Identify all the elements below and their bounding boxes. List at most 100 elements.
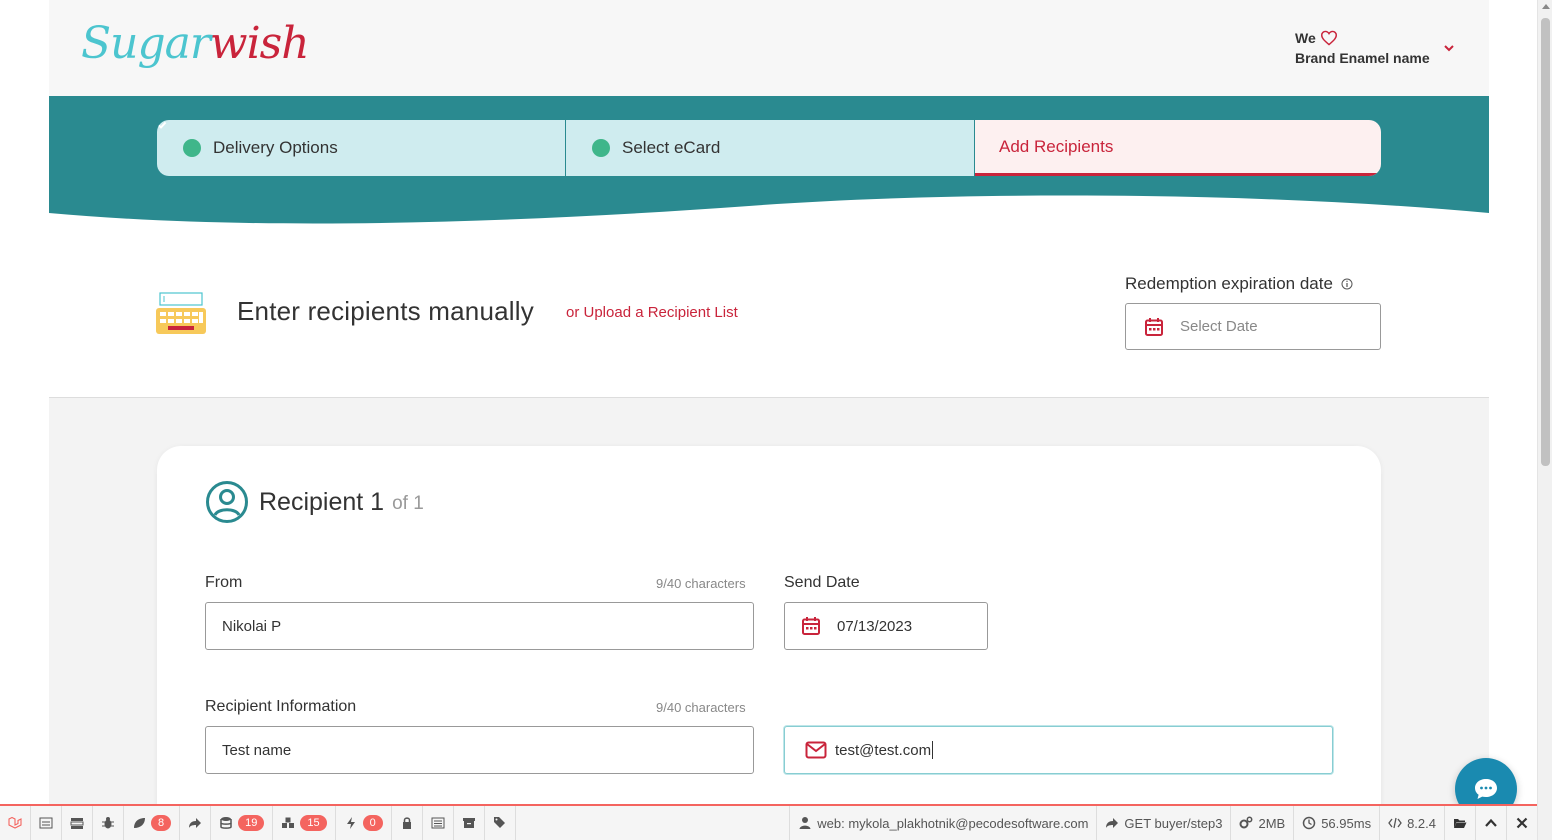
recipient-title: Recipient 1 bbox=[259, 487, 385, 516]
models-count-badge: 15 bbox=[300, 815, 327, 831]
upload-recipient-list-link[interactable]: or Upload a Recipient List bbox=[566, 304, 738, 321]
check-icon bbox=[157, 121, 610, 157]
from-char-count: 9/40 characters bbox=[656, 576, 746, 591]
close-icon bbox=[1516, 817, 1528, 829]
sugarwish-logo[interactable]: Sugarwish bbox=[81, 18, 310, 69]
session-tab[interactable] bbox=[423, 806, 454, 840]
expiration-label-row: Redemption expiration date bbox=[1125, 274, 1353, 294]
models-tab[interactable]: 15 bbox=[273, 806, 336, 840]
close-debugbar-button[interactable] bbox=[1506, 806, 1537, 840]
recipient-card: Recipient 1 of 1 From 9/40 characters Ni… bbox=[157, 446, 1381, 840]
info-icon[interactable] bbox=[1341, 278, 1353, 290]
scroll-up-arrow-icon[interactable] bbox=[1542, 4, 1550, 9]
text-caret bbox=[932, 741, 934, 759]
auth-user-text: web: mykola_plakhotnik@pecodesoftware.co… bbox=[817, 815, 1089, 831]
events-count-badge: 0 bbox=[362, 815, 383, 831]
scrollbar-thumb[interactable] bbox=[1541, 18, 1550, 466]
mail-icon bbox=[805, 741, 827, 759]
time-text: 56.95ms bbox=[1321, 815, 1372, 831]
user-circle-icon bbox=[206, 481, 248, 523]
recipients-area: Recipient 1 of 1 From 9/40 characters Ni… bbox=[49, 398, 1489, 840]
user-menu[interactable]: We Brand Enamel name bbox=[1295, 30, 1455, 70]
chevron-up-icon bbox=[1485, 818, 1497, 827]
step-label: Select eCard bbox=[622, 138, 721, 157]
send-date-value: 07/13/2023 bbox=[837, 617, 913, 635]
page-margin-left bbox=[0, 0, 49, 840]
events-tab[interactable]: 0 bbox=[336, 806, 392, 840]
page-scrollbar[interactable] bbox=[1537, 0, 1552, 840]
database-icon bbox=[220, 817, 232, 829]
from-value: Nikolai P bbox=[222, 617, 282, 635]
debug-bar-right: web: mykola_plakhotnik@pecodesoftware.co… bbox=[789, 806, 1537, 840]
code-icon bbox=[1388, 817, 1402, 829]
memory-item[interactable]: 2MB bbox=[1230, 806, 1293, 840]
send-date-input[interactable]: 07/13/2023 bbox=[784, 602, 988, 650]
list-alt-icon bbox=[431, 817, 445, 829]
cubes-icon bbox=[282, 817, 295, 828]
route-text: GET buyer/step3 bbox=[1124, 815, 1223, 831]
step-label: Add Recipients bbox=[999, 136, 1114, 156]
gate-tab[interactable] bbox=[392, 806, 423, 840]
steps-banner: Delivery Options Select eCard Add Recipi… bbox=[49, 96, 1489, 228]
php-version-item[interactable]: 8.2.4 bbox=[1379, 806, 1444, 840]
route-tab[interactable] bbox=[180, 806, 212, 840]
step-add-recipients[interactable]: Add Recipients bbox=[975, 120, 1381, 176]
recipient-email-value: test@test.com bbox=[835, 741, 932, 759]
keyboard-icon bbox=[156, 292, 206, 334]
recipient-name-input[interactable]: Test name bbox=[205, 726, 754, 774]
step-label: Delivery Options bbox=[213, 138, 338, 157]
step-delivery-options[interactable]: Delivery Options bbox=[157, 120, 566, 176]
cogs-icon bbox=[1239, 816, 1253, 829]
laravel-logo-icon[interactable] bbox=[0, 806, 31, 840]
calendar-icon bbox=[1145, 317, 1163, 336]
queries-tab[interactable]: 19 bbox=[211, 806, 274, 840]
manual-entry-title: Enter recipients manually bbox=[237, 296, 534, 326]
folder-open-icon bbox=[1454, 819, 1467, 828]
step-select-ecard[interactable]: Select eCard bbox=[157, 120, 975, 176]
expiration-placeholder: Select Date bbox=[1180, 318, 1258, 335]
recipient-count: of 1 bbox=[392, 493, 424, 514]
expiration-date-input[interactable]: Select Date bbox=[1125, 303, 1381, 350]
queries-count-badge: 19 bbox=[238, 815, 265, 831]
from-input[interactable]: Nikolai P bbox=[205, 602, 754, 650]
views-tab[interactable]: 8 bbox=[124, 806, 181, 840]
expiration-label: Redemption expiration date bbox=[1125, 274, 1333, 293]
timeline-tab[interactable] bbox=[62, 806, 93, 840]
time-item[interactable]: 56.95ms bbox=[1293, 806, 1379, 840]
chevron-down-icon[interactable] bbox=[1443, 42, 1455, 54]
debug-bar: 8 19 15 0 web: mykola_plakhotnik@pecodes… bbox=[0, 804, 1537, 840]
recipient-name-value: Test name bbox=[222, 741, 292, 759]
views-count-badge: 8 bbox=[151, 815, 172, 831]
open-folder-button[interactable] bbox=[1444, 806, 1475, 840]
recipient-email-input[interactable]: test@test.com bbox=[784, 726, 1333, 774]
exceptions-tab[interactable] bbox=[93, 806, 124, 840]
user-we-row: We bbox=[1295, 30, 1455, 46]
calendar-icon bbox=[802, 617, 820, 635]
messages-tab[interactable] bbox=[31, 806, 62, 840]
recipient-info-label: Recipient Information bbox=[205, 698, 357, 715]
tasks-icon bbox=[70, 818, 84, 829]
logo-text-sugar: Sugar bbox=[81, 18, 211, 69]
logo-text-wish: wish bbox=[209, 18, 310, 69]
site-header: Sugarwish We Brand Enamel name bbox=[49, 0, 1489, 96]
maximize-button[interactable] bbox=[1475, 806, 1506, 840]
clock-icon bbox=[1302, 816, 1316, 830]
share-icon bbox=[1106, 818, 1119, 828]
memory-text: 2MB bbox=[1258, 815, 1286, 831]
tags-tab[interactable] bbox=[485, 806, 516, 840]
recipient-header: Recipient 1 of 1 bbox=[205, 480, 424, 524]
user-we-label: We bbox=[1295, 30, 1316, 46]
leaf-icon bbox=[134, 818, 145, 828]
request-tab[interactable] bbox=[454, 806, 485, 840]
recipient-info-char-count: 9/40 characters bbox=[656, 700, 746, 715]
tags-icon bbox=[493, 817, 505, 828]
send-date-label: Send Date bbox=[784, 574, 860, 591]
route-item[interactable]: GET buyer/step3 bbox=[1096, 806, 1230, 840]
heart-icon bbox=[1320, 30, 1337, 46]
auth-user-item[interactable]: web: mykola_plakhotnik@pecodesoftware.co… bbox=[789, 806, 1096, 840]
progress-steps: Delivery Options Select eCard Add Recipi… bbox=[157, 120, 1381, 176]
user-icon bbox=[799, 817, 811, 829]
bug-icon bbox=[102, 817, 114, 829]
chat-bubble-icon bbox=[1475, 779, 1497, 799]
check-icon bbox=[157, 121, 201, 157]
